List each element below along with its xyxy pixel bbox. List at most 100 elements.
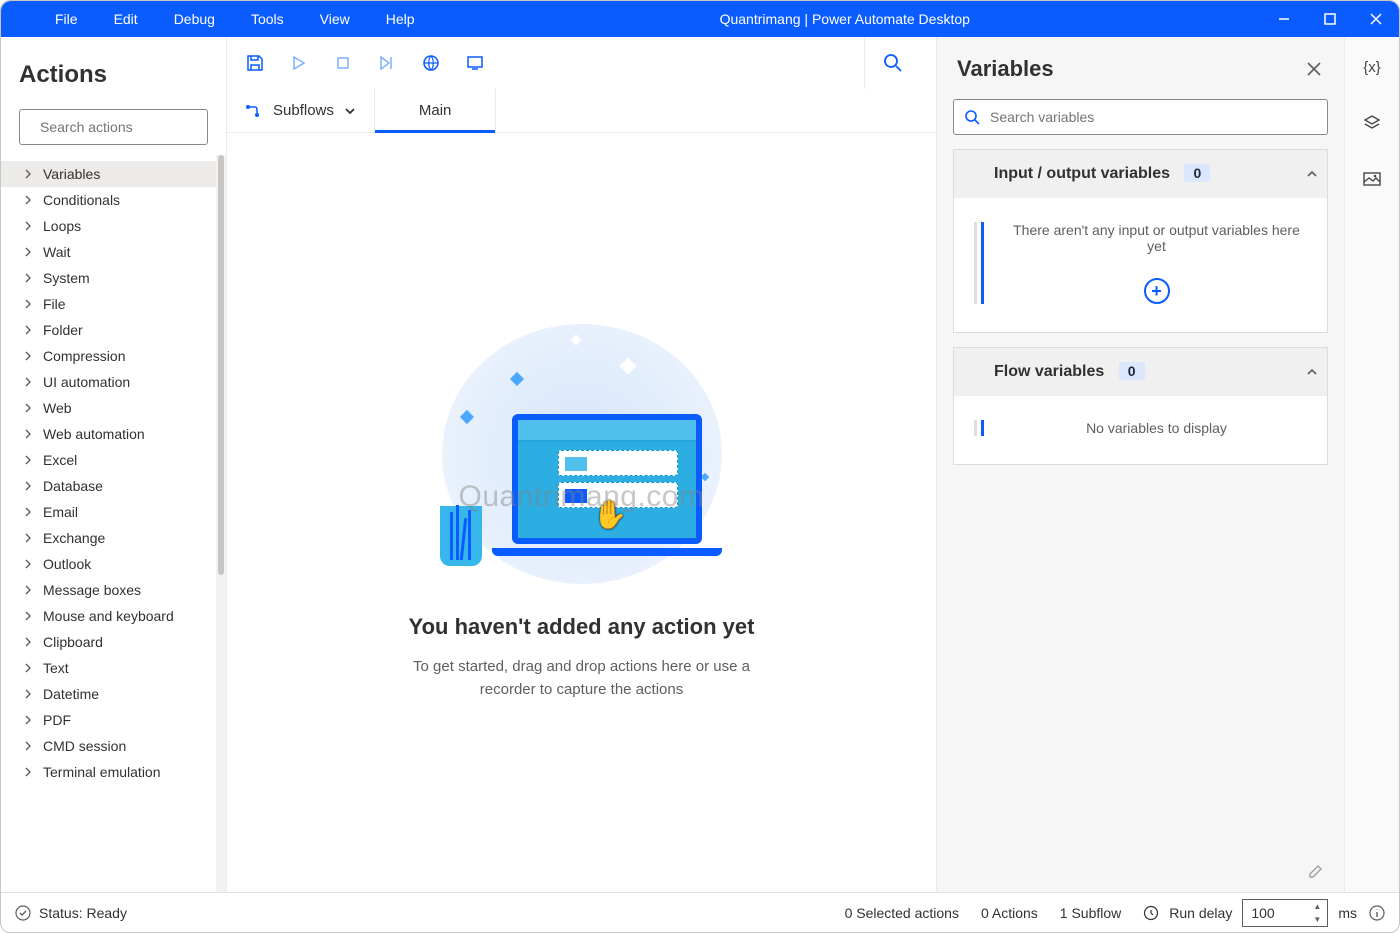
info-icon[interactable] — [1369, 905, 1385, 921]
category-web[interactable]: Web — [1, 395, 216, 421]
tab-main[interactable]: Main — [374, 89, 497, 132]
subflows-label: Subflows — [273, 102, 334, 119]
menu-help[interactable]: Help — [372, 7, 429, 31]
section-resize-handle[interactable] — [970, 420, 1002, 436]
actions-category-list[interactable]: Variables Conditionals Loops Wait System… — [1, 155, 216, 892]
category-cmd-session[interactable]: CMD session — [1, 733, 216, 759]
chevron-right-icon — [23, 585, 33, 595]
category-wait[interactable]: Wait — [1, 239, 216, 265]
category-message-boxes[interactable]: Message boxes — [1, 577, 216, 603]
chevron-right-icon — [23, 169, 33, 179]
chevron-right-icon — [23, 299, 33, 309]
add-io-variable-button[interactable]: + — [1144, 278, 1170, 304]
menu-tools[interactable]: Tools — [237, 7, 298, 31]
category-outlook[interactable]: Outlook — [1, 551, 216, 577]
eraser-icon[interactable] — [1304, 860, 1324, 880]
rail-variables-button[interactable]: {x} — [1358, 53, 1386, 81]
editor-search-button[interactable] — [864, 37, 920, 89]
io-collapse-toggle[interactable] — [1297, 167, 1327, 181]
chevron-right-icon — [23, 377, 33, 387]
web-recorder-button[interactable] — [419, 51, 443, 75]
maximize-button[interactable] — [1307, 1, 1353, 37]
category-datetime[interactable]: Datetime — [1, 681, 216, 707]
category-terminal-emulation[interactable]: Terminal emulation — [1, 759, 216, 785]
subflow-icon — [245, 104, 263, 118]
menu-file[interactable]: File — [41, 7, 92, 31]
close-button[interactable] — [1353, 1, 1399, 37]
menu-view[interactable]: View — [306, 7, 364, 31]
variables-search-box[interactable] — [953, 99, 1328, 135]
variables-panel-close[interactable] — [1300, 55, 1328, 83]
actions-panel-title: Actions — [1, 37, 226, 101]
chevron-right-icon — [23, 741, 33, 751]
status-actions-count: 0 Actions — [981, 905, 1038, 921]
menu-edit[interactable]: Edit — [100, 7, 152, 31]
menu-bar: File Edit Debug Tools View Help — [1, 7, 429, 31]
rail-images-button[interactable] — [1358, 165, 1386, 193]
category-text[interactable]: Text — [1, 655, 216, 681]
category-system[interactable]: System — [1, 265, 216, 291]
chevron-right-icon — [23, 533, 33, 543]
ms-label: ms — [1338, 905, 1357, 921]
chevron-right-icon — [23, 221, 33, 231]
category-loops[interactable]: Loops — [1, 213, 216, 239]
run-delay-input[interactable]: 100 ▲▼ — [1242, 899, 1328, 927]
category-web-automation[interactable]: Web automation — [1, 421, 216, 447]
editor-tab-bar: Subflows Main — [227, 89, 936, 133]
step-button[interactable] — [375, 51, 399, 75]
chevron-right-icon — [23, 325, 33, 335]
rail-layers-button[interactable] — [1358, 109, 1386, 137]
variables-search-input[interactable] — [990, 109, 1317, 125]
variables-panel: Variables Input / output variables 0 The… — [937, 37, 1345, 892]
chevron-right-icon — [23, 247, 33, 257]
category-compression[interactable]: Compression — [1, 343, 216, 369]
empty-canvas[interactable]: ✋ Quantrimang.com You haven't added any … — [227, 133, 936, 892]
status-subflow-count: 1 Subflow — [1060, 905, 1121, 921]
category-ui-automation[interactable]: UI automation — [1, 369, 216, 395]
chevron-right-icon — [23, 195, 33, 205]
category-database[interactable]: Database — [1, 473, 216, 499]
category-variables[interactable]: Variables — [1, 161, 216, 187]
menu-debug[interactable]: Debug — [160, 7, 229, 31]
chevron-right-icon — [23, 637, 33, 647]
category-clipboard[interactable]: Clipboard — [1, 629, 216, 655]
category-excel[interactable]: Excel — [1, 447, 216, 473]
status-bar: Status: Ready 0 Selected actions 0 Actio… — [1, 892, 1399, 932]
chevron-right-icon — [23, 351, 33, 361]
flow-variables-empty-text: No variables to display — [1002, 420, 1311, 436]
actions-search-input[interactable] — [40, 119, 221, 135]
category-mouse-keyboard[interactable]: Mouse and keyboard — [1, 603, 216, 629]
editor-toolbar — [227, 37, 936, 89]
run-button[interactable] — [287, 51, 311, 75]
empty-state-title: You haven't added any action yet — [409, 614, 755, 640]
section-resize-handle[interactable] — [970, 222, 1002, 304]
actions-panel: Actions Variables Conditionals Loops Wai… — [1, 37, 227, 892]
flow-variables-section: Flow variables 0 No variables to display — [953, 347, 1328, 465]
minimize-button[interactable] — [1261, 1, 1307, 37]
actions-scrollbar[interactable] — [216, 155, 226, 892]
delay-spinner[interactable]: ▲▼ — [1309, 900, 1325, 926]
status-selected-actions: 0 Selected actions — [845, 905, 959, 921]
category-pdf[interactable]: PDF — [1, 707, 216, 733]
chevron-right-icon — [23, 273, 33, 283]
search-icon — [964, 109, 980, 125]
chevron-right-icon — [23, 663, 33, 673]
flow-collapse-toggle[interactable] — [1297, 365, 1327, 379]
chevron-right-icon — [23, 767, 33, 777]
category-email[interactable]: Email — [1, 499, 216, 525]
status-ready-text: Status: Ready — [39, 905, 127, 921]
save-button[interactable] — [243, 51, 267, 75]
category-exchange[interactable]: Exchange — [1, 525, 216, 551]
chevron-right-icon — [23, 715, 33, 725]
stop-button[interactable] — [331, 51, 355, 75]
desktop-recorder-button[interactable] — [463, 51, 487, 75]
category-folder[interactable]: Folder — [1, 317, 216, 343]
flow-variables-count: 0 — [1119, 362, 1145, 380]
category-file[interactable]: File — [1, 291, 216, 317]
subflows-dropdown[interactable]: Subflows — [227, 89, 374, 132]
category-conditionals[interactable]: Conditionals — [1, 187, 216, 213]
chevron-right-icon — [23, 403, 33, 413]
io-variables-section: Input / output variables 0 There aren't … — [953, 149, 1328, 333]
actions-search-box[interactable] — [19, 109, 208, 145]
right-tool-rail: {x} — [1345, 37, 1399, 892]
